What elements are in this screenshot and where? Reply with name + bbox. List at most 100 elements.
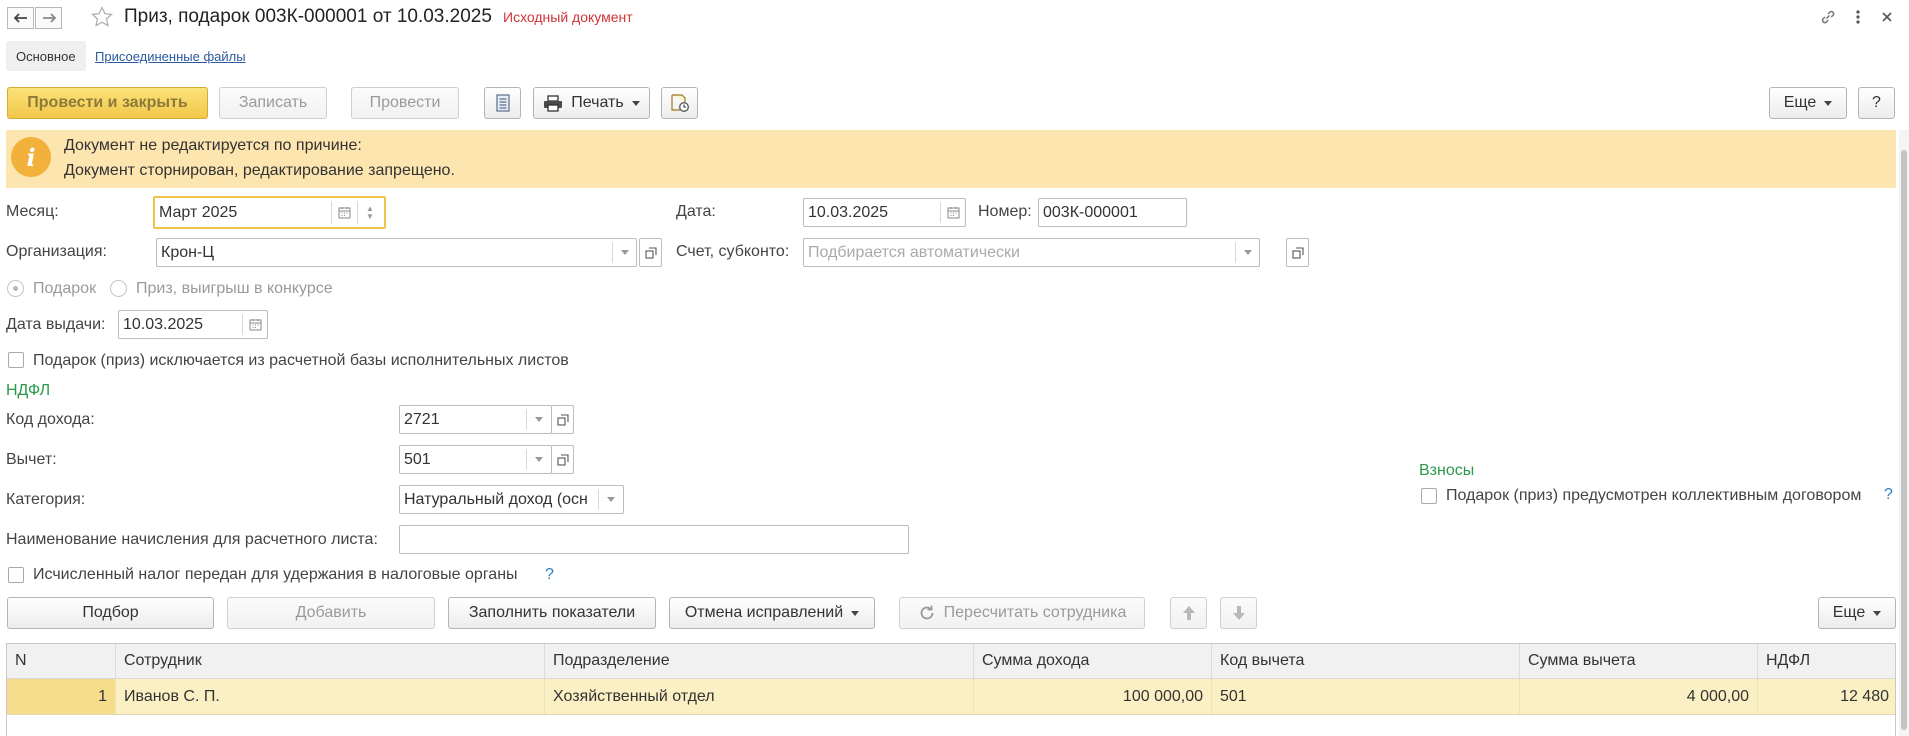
tax-transferred-label: Исчисленный налог передан для удержания … xyxy=(33,566,518,583)
column-header-deduction-amount[interactable]: Сумма вычета xyxy=(1520,644,1758,678)
month-field[interactable]: Март 2025 ▲ ▼ xyxy=(153,196,386,229)
employees-table: N Сотрудник Подразделение Сумма дохода К… xyxy=(6,643,1896,736)
table-header: N Сотрудник Подразделение Сумма дохода К… xyxy=(7,644,1895,679)
open-icon xyxy=(644,246,657,259)
cell-employee[interactable]: Иванов С. П. xyxy=(116,679,545,714)
cell-n[interactable]: 1 xyxy=(7,679,116,714)
info-icon: i xyxy=(11,137,51,177)
calendar-icon[interactable] xyxy=(332,198,356,227)
dropdown-icon[interactable] xyxy=(527,406,551,433)
table-more-button[interactable]: Еще xyxy=(1818,597,1896,629)
arrow-down-icon xyxy=(1232,606,1245,620)
post-and-close-button[interactable]: Провести и закрыть xyxy=(7,87,208,119)
back-arrow-icon xyxy=(13,13,27,23)
account-placeholder: Подбирается автоматически xyxy=(808,243,1020,261)
dropdown-icon[interactable] xyxy=(527,446,551,473)
issue-date-field[interactable]: 10.03.2025 xyxy=(118,310,268,339)
move-up-button[interactable] xyxy=(1170,597,1207,629)
favorite-star-button[interactable] xyxy=(90,5,114,29)
star-icon xyxy=(91,5,113,27)
more-actions-button[interactable] xyxy=(1847,6,1869,28)
category-label: Категория: xyxy=(6,491,86,508)
month-stepper[interactable]: ▲ ▼ xyxy=(358,198,382,227)
cancel-corrections-label: Отмена исправлений xyxy=(684,604,844,621)
post-button[interactable]: Провести xyxy=(351,87,459,119)
cell-department[interactable]: Хозяйственный отдел xyxy=(545,679,974,714)
banner-line-2: Документ сторнирован, редактирование зап… xyxy=(64,162,455,179)
accrual-name-field[interactable] xyxy=(399,525,909,554)
account-label: Счет, субконто: xyxy=(676,243,790,260)
cell-deduction-code[interactable]: 501 xyxy=(1212,679,1520,714)
tax-transferred-help[interactable]: ? xyxy=(545,566,554,584)
income-code-open-button[interactable] xyxy=(551,405,574,434)
collective-agreement-checkbox[interactable] xyxy=(1421,488,1437,504)
category-field[interactable]: Натуральный доход (осн xyxy=(399,485,624,514)
column-header-department[interactable]: Подразделение xyxy=(545,644,974,678)
deduction-open-button[interactable] xyxy=(551,445,574,474)
cancel-corrections-button[interactable]: Отмена исправлений xyxy=(669,597,875,629)
more-button[interactable]: Еще xyxy=(1769,87,1847,119)
banner-line-1: Документ не редактируется по причине: xyxy=(64,137,362,154)
recalculate-employee-button[interactable]: Пересчитать сотрудника xyxy=(899,597,1145,629)
exclude-checkbox[interactable] xyxy=(8,352,24,368)
document-status: Исходный документ xyxy=(503,9,633,25)
forward-button[interactable] xyxy=(35,7,62,29)
save-button[interactable]: Записать xyxy=(219,87,327,119)
tab-attached-files[interactable]: Присоединенные файлы xyxy=(95,49,246,64)
recalculate-employee-label: Пересчитать сотрудника xyxy=(943,604,1127,621)
radio-gift-label: Подарок xyxy=(33,280,97,297)
number-value: 003К-000001 xyxy=(1043,203,1138,221)
stepper-down-icon[interactable]: ▼ xyxy=(366,212,374,221)
fill-indicators-button[interactable]: Заполнить показатели xyxy=(448,597,656,629)
month-label: Месяц: xyxy=(6,203,59,220)
organization-open-button[interactable] xyxy=(639,238,662,267)
cell-deduction-amount[interactable]: 4 000,00 xyxy=(1520,679,1758,714)
cell-ndfl[interactable]: 12 480 xyxy=(1758,679,1895,714)
cell-income-amount[interactable]: 100 000,00 xyxy=(974,679,1212,714)
back-button[interactable] xyxy=(7,7,34,29)
column-header-ndfl[interactable]: НДФЛ xyxy=(1758,644,1895,678)
pick-button[interactable]: Подбор xyxy=(7,597,214,629)
account-open-button[interactable] xyxy=(1286,238,1309,267)
calendar-icon[interactable] xyxy=(243,311,267,338)
dropdown-icon[interactable] xyxy=(1236,239,1260,266)
close-button[interactable] xyxy=(1876,6,1898,28)
table-row[interactable]: 1 Иванов С. П. Хозяйственный отдел 100 0… xyxy=(7,679,1895,715)
print-button[interactable]: Печать xyxy=(533,87,650,119)
link-icon xyxy=(1821,10,1835,24)
link-button[interactable] xyxy=(1817,6,1839,28)
column-header-employee[interactable]: Сотрудник xyxy=(116,644,545,678)
vertical-scrollbar[interactable] xyxy=(1899,130,1909,736)
scrollbar-thumb[interactable] xyxy=(1901,150,1907,730)
collective-agreement-help[interactable]: ? xyxy=(1884,486,1893,504)
dropdown-icon[interactable] xyxy=(613,239,637,266)
date-field[interactable]: 10.03.2025 xyxy=(803,198,966,227)
income-code-field[interactable]: 2721 xyxy=(399,405,552,434)
radio-prize-label: Приз, выигрыш в конкурсе xyxy=(136,280,333,297)
account-field[interactable]: Подбирается автоматически xyxy=(803,238,1260,267)
deduction-field[interactable]: 501 xyxy=(399,445,552,474)
open-icon xyxy=(556,453,569,466)
document-structure-button[interactable] xyxy=(661,87,698,119)
chevron-down-icon xyxy=(631,100,640,106)
column-header-n[interactable]: N xyxy=(7,644,116,678)
more-vertical-icon xyxy=(1856,10,1860,24)
ndfl-section-title: НДФЛ xyxy=(6,382,51,399)
tax-transferred-checkbox[interactable] xyxy=(8,567,24,583)
radio-prize[interactable] xyxy=(110,280,127,297)
tab-main[interactable]: Основное xyxy=(6,41,86,71)
number-field[interactable]: 003К-000001 xyxy=(1038,198,1187,227)
dropdown-icon[interactable] xyxy=(599,486,623,513)
deduction-label: Вычет: xyxy=(6,451,57,468)
radio-gift[interactable] xyxy=(7,280,24,297)
calendar-icon[interactable] xyxy=(941,199,965,226)
organization-value: Крон-Ц xyxy=(161,243,215,261)
document-list-button[interactable] xyxy=(484,87,521,119)
column-header-deduction-code[interactable]: Код вычета xyxy=(1212,644,1520,678)
move-down-button[interactable] xyxy=(1220,597,1257,629)
add-button[interactable]: Добавить xyxy=(227,597,435,629)
document-list-icon xyxy=(495,94,510,112)
column-header-income-amount[interactable]: Сумма дохода xyxy=(974,644,1212,678)
help-button[interactable]: ? xyxy=(1858,87,1895,119)
organization-field[interactable]: Крон-Ц xyxy=(156,238,637,267)
